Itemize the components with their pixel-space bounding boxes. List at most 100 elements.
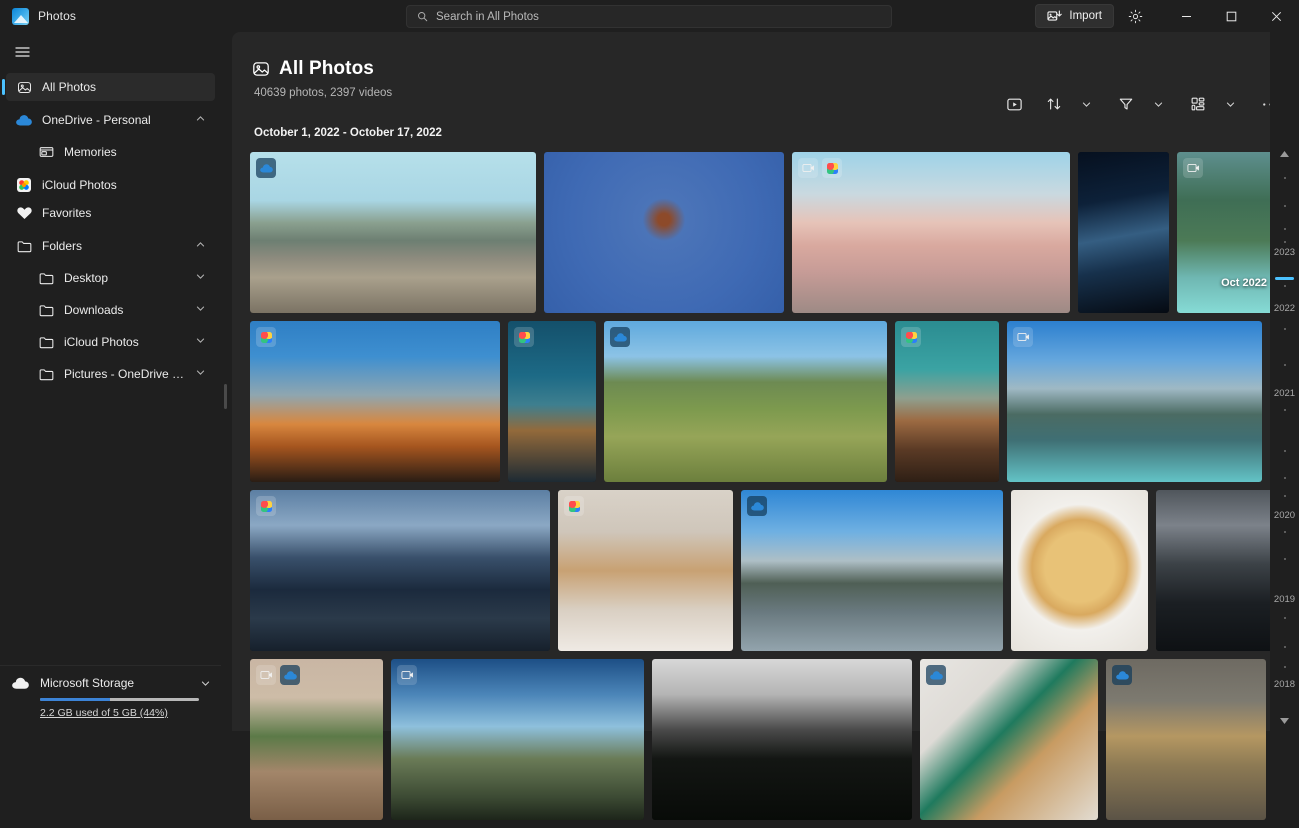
photo-thumbnail[interactable] <box>508 321 596 482</box>
photo-thumbnail[interactable] <box>250 152 536 313</box>
icloud-glyph <box>261 501 272 512</box>
photo-thumbnail[interactable] <box>250 490 550 651</box>
photo-thumbnail[interactable] <box>792 152 1070 313</box>
chevron-down-icon <box>1153 99 1164 110</box>
photo-thumbnail[interactable] <box>544 152 784 313</box>
photo-thumbnail[interactable] <box>250 321 500 482</box>
storage-detail-link[interactable]: 2.2 GB used of 5 GB (44%) <box>40 707 211 719</box>
sort-chevron-button[interactable] <box>1071 90 1101 118</box>
sidebar-item-folders[interactable]: Folders <box>6 232 215 260</box>
search-input[interactable] <box>436 11 881 23</box>
timeline-year-label[interactable]: 2023 <box>1270 247 1299 258</box>
content-header: All Photos 40639 photos, 2397 videos <box>232 32 1299 140</box>
timeline-tick-dot <box>1284 450 1286 452</box>
minimize-button[interactable] <box>1164 0 1209 32</box>
lake-cliffs-cumulus-cloud <box>741 490 1003 651</box>
photo-thumbnail[interactable] <box>391 659 644 820</box>
slideshow-button[interactable] <box>999 90 1029 118</box>
photo-badges <box>256 496 276 516</box>
sidebar-item-desktop[interactable]: Desktop <box>6 264 215 292</box>
sidebar-item-memories[interactable]: Memories <box>6 138 215 166</box>
page-title: All Photos <box>279 58 374 80</box>
sidebar-item-all-photos[interactable]: All Photos <box>6 73 215 101</box>
sort-arrows-icon <box>1046 96 1062 112</box>
sidebar-item-label: Favorites <box>42 206 207 220</box>
chevron-up-icon[interactable] <box>195 239 207 253</box>
scroll-down-button[interactable] <box>1270 713 1299 729</box>
photo-thumbnail[interactable] <box>652 659 912 820</box>
layout-button[interactable] <box>1183 90 1213 118</box>
sidebar-item-favorites[interactable]: Favorites <box>6 199 215 227</box>
chevron-down-icon[interactable] <box>195 335 207 349</box>
timeline-year-label[interactable]: 2020 <box>1270 510 1299 521</box>
import-button[interactable]: Import <box>1035 4 1114 28</box>
settings-button[interactable] <box>1120 2 1150 30</box>
sidebar-item-pictures-onedrive-personal[interactable]: Pictures - OneDrive Personal <box>6 360 215 388</box>
photo-thumbnail[interactable]: Oct 2022 <box>1177 152 1274 313</box>
photo-thumbnail[interactable] <box>604 321 887 482</box>
icloud-glyph <box>569 501 580 512</box>
timeline-tick-dot <box>1284 328 1286 330</box>
photo-thumbnail[interactable] <box>1011 490 1148 651</box>
folder-icon <box>38 302 54 318</box>
photo-row <box>250 321 1272 482</box>
onedrive-badge-icon <box>1112 665 1132 685</box>
photo-badges <box>256 158 276 178</box>
maximize-button[interactable] <box>1209 0 1254 32</box>
storm-clouds-dark-landscape <box>1156 490 1282 651</box>
photo-badges <box>610 327 630 347</box>
chevron-up-icon[interactable] <box>195 113 207 127</box>
search-box[interactable] <box>406 5 892 28</box>
photo-thumbnail[interactable] <box>250 659 383 820</box>
night-sky-clouds-dark <box>1078 152 1169 313</box>
chevron-down-icon[interactable] <box>195 367 207 381</box>
icloud-glyph <box>906 332 917 343</box>
timeline-year-label[interactable]: 2022 <box>1270 303 1299 314</box>
import-photos-icon <box>1047 9 1062 23</box>
storage-progress-bar <box>40 698 199 701</box>
timeline-scrollbar[interactable]: 2023 2022 2021 2020 2019 2018 <box>1270 32 1299 731</box>
sidebar-item-onedrive-personal[interactable]: OneDrive - Personal <box>6 106 215 134</box>
chevron-down-icon[interactable] <box>195 271 207 285</box>
cloud-icon <box>12 677 29 690</box>
video-badge-icon <box>256 665 276 685</box>
sidebar-resize-handle[interactable] <box>224 384 227 409</box>
hamburger-menu-button[interactable] <box>3 35 41 69</box>
photo-thumbnail[interactable] <box>558 490 733 651</box>
sidebar-item-icloud-photos[interactable]: iCloud Photos <box>6 328 215 356</box>
sort-button[interactable] <box>1039 90 1069 118</box>
chevron-down-icon[interactable] <box>195 303 207 317</box>
photos-app-icon <box>12 8 29 25</box>
filter-button[interactable] <box>1111 90 1141 118</box>
ocean-waves-black-white <box>652 659 912 820</box>
timeline-year-label[interactable]: 2018 <box>1270 679 1299 690</box>
all-photos-icon <box>16 79 32 95</box>
photo-badges <box>514 327 534 347</box>
photo-row <box>250 659 1272 820</box>
sidebar-item-icloud-photos[interactable]: iCloud Photos <box>6 171 215 199</box>
photo-thumbnail[interactable] <box>1078 152 1169 313</box>
timeline-year-label[interactable]: 2021 <box>1270 388 1299 399</box>
folder-icon <box>38 334 54 350</box>
onedrive-badge-icon <box>747 496 767 516</box>
scroll-up-button[interactable] <box>1270 146 1299 162</box>
video-badge-icon <box>1183 158 1203 178</box>
filter-chevron-button[interactable] <box>1143 90 1173 118</box>
timeline-position-indicator[interactable] <box>1275 277 1294 280</box>
photo-row <box>250 490 1272 651</box>
photo-thumbnail[interactable] <box>895 321 999 482</box>
timeline-year-label[interactable]: 2019 <box>1270 594 1299 605</box>
photo-thumbnail[interactable] <box>920 659 1098 820</box>
title-bar: Photos Import <box>0 0 1299 32</box>
storage-header[interactable]: Microsoft Storage <box>12 676 211 690</box>
photo-thumbnail[interactable] <box>1106 659 1266 820</box>
timeline-tick-dot <box>1284 285 1286 287</box>
sidebar-item-downloads[interactable]: Downloads <box>6 296 215 324</box>
photo-badges <box>256 327 276 347</box>
photo-thumbnail[interactable] <box>1156 490 1282 651</box>
close-button[interactable] <box>1254 0 1299 32</box>
layout-chevron-button[interactable] <box>1215 90 1245 118</box>
sidebar-nav-list: All Photos OneDrive - Personal Memories iCl… <box>0 73 221 665</box>
photo-thumbnail[interactable] <box>741 490 1003 651</box>
photo-thumbnail[interactable] <box>1007 321 1262 482</box>
